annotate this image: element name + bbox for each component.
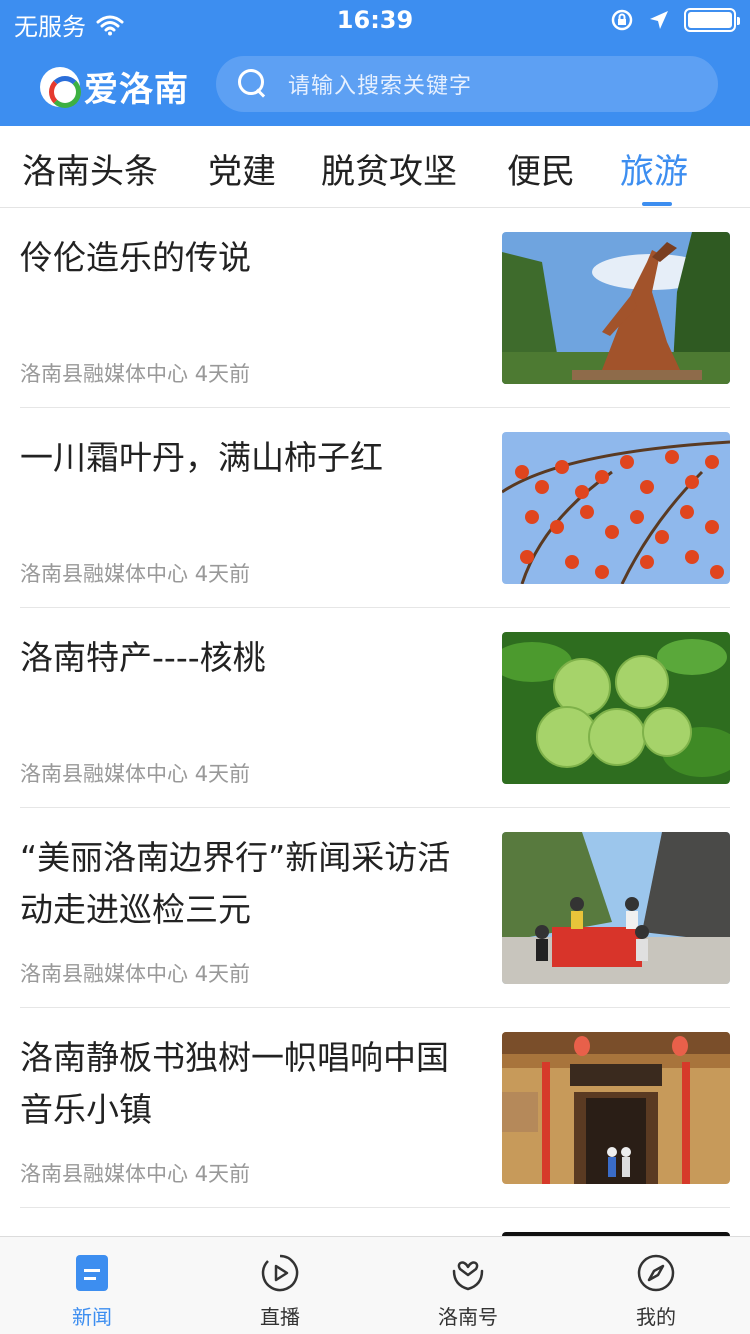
bottom-tab-bar: 新闻 直播 洛南号 我的	[0, 1236, 750, 1334]
news-item[interactable]: 洛南静板书独树一帜唱响中国音乐小镇 洛南县融媒体中心 4天前	[20, 1008, 730, 1208]
battery-icon	[684, 8, 740, 32]
tabbar-live[interactable]: 直播	[220, 1253, 340, 1330]
news-title: 伶伦造乐的传说	[20, 238, 251, 277]
news-title: “美丽洛南边界行”新闻采访活动走进巡检三元	[20, 838, 451, 929]
statue-photo	[502, 232, 730, 384]
news-icon	[76, 1255, 108, 1291]
persimmon-photo	[502, 432, 730, 584]
tab-travel[interactable]: 旅游	[620, 144, 688, 193]
tabbar-luonan-hao[interactable]: 洛南号	[408, 1253, 528, 1330]
tab-headlines[interactable]: 洛南头条	[22, 144, 158, 193]
rotation-lock-icon	[611, 9, 633, 31]
tabbar-news[interactable]: 新闻	[32, 1253, 152, 1330]
logo-icon	[40, 66, 81, 108]
tab-party[interactable]: 党建	[208, 144, 276, 193]
tab-poverty[interactable]: 脱贫攻坚	[321, 144, 457, 193]
compass-icon	[637, 1254, 675, 1292]
news-title: 洛南特产----核桃	[20, 638, 266, 677]
building-photo	[502, 1032, 730, 1184]
app-header: 爱洛南 请输入搜索关键字	[0, 42, 750, 126]
news-title: 一川霜叶丹，满山柿子红	[20, 438, 383, 477]
tabbar-mine-label: 我的	[636, 1305, 676, 1329]
news-item[interactable]: 伶伦造乐的传说 洛南县融媒体中心 4天前	[20, 208, 730, 408]
tabbar-live-label: 直播	[260, 1305, 300, 1329]
walnut-photo	[502, 632, 730, 784]
news-source: 洛南县融媒体中心	[20, 962, 188, 986]
tab-service[interactable]: 便民	[507, 144, 575, 193]
news-item[interactable]: 一川霜叶丹，满山柿子红 洛南县融媒体中心 4天前	[20, 408, 730, 608]
news-title: 洛南静板书独树一帜唱响中国音乐小镇	[20, 1038, 449, 1129]
tabbar-news-label: 新闻	[72, 1305, 112, 1329]
news-time: 4天前	[194, 362, 251, 386]
search-placeholder: 请输入搜索关键字	[288, 74, 473, 99]
news-source: 洛南县融媒体中心	[20, 1162, 188, 1186]
top-bar: 无服务 16:39 爱洛南 请输入搜索关键字	[0, 0, 750, 126]
play-icon	[261, 1254, 299, 1292]
news-time: 4天前	[194, 762, 251, 786]
app-logo: 爱洛南	[40, 62, 189, 111]
app-name: 爱洛南	[84, 70, 189, 110]
category-tabs: 洛南头条 党建 脱贫攻坚 便民 旅游	[0, 126, 750, 208]
news-source: 洛南县融媒体中心	[20, 362, 188, 386]
news-time: 4天前	[194, 962, 251, 986]
search-input[interactable]: 请输入搜索关键字	[216, 56, 718, 112]
location-arrow-icon	[650, 11, 668, 29]
news-time: 4天前	[194, 562, 251, 586]
tabbar-mine[interactable]: 我的	[596, 1253, 716, 1330]
news-item[interactable]: “美丽洛南边界行”新闻采访活动走进巡检三元 洛南县融媒体中心 4天前	[20, 808, 730, 1008]
heart-person-icon	[452, 1261, 484, 1291]
status-bar: 无服务 16:39	[0, 0, 750, 42]
news-source: 洛南县融媒体中心	[20, 562, 188, 586]
search-icon	[238, 69, 268, 99]
active-tab-indicator	[642, 202, 672, 206]
divider	[20, 1207, 730, 1208]
group-banner-photo	[502, 832, 730, 984]
tabbar-luonan-hao-label: 洛南号	[438, 1305, 498, 1329]
news-source: 洛南县融媒体中心	[20, 762, 188, 786]
news-item[interactable]: 洛南特产----核桃 洛南县融媒体中心 4天前	[20, 608, 730, 808]
news-time: 4天前	[194, 1162, 251, 1186]
